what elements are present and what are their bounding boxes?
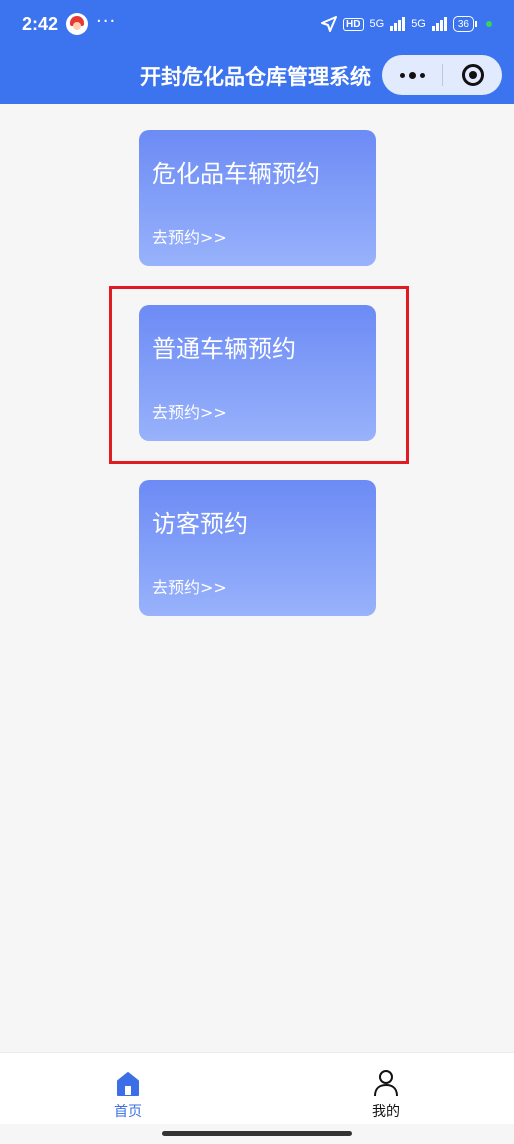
- privacy-indicator-icon: [486, 21, 492, 27]
- more-notifications-icon: ···: [96, 11, 117, 32]
- status-time: 2:42: [22, 13, 59, 34]
- card-link[interactable]: 去预约>>: [152, 224, 227, 248]
- battery-icon: 36: [452, 16, 478, 32]
- tab-home-label: 首页: [114, 1104, 142, 1120]
- signal-icon-2: [431, 17, 447, 31]
- battery-level: 36: [457, 18, 469, 30]
- main-content: 危化品车辆预约 去预约>> 普通车辆预约 去预约>> 访客预约 去预约>>: [0, 104, 514, 1052]
- hd-icon: HD: [343, 17, 364, 31]
- signal-icon: [390, 17, 406, 31]
- more-options-button[interactable]: [382, 55, 442, 95]
- card-link[interactable]: 去预约>>: [152, 574, 227, 598]
- status-left: 2:42 ···: [22, 13, 116, 35]
- normal-vehicle-card[interactable]: 普通车辆预约 去预约>>: [139, 305, 376, 441]
- tab-bar: 首页 我的: [0, 1052, 514, 1124]
- network-label-2: 5G: [411, 18, 426, 30]
- app-notification-icon: [66, 13, 89, 35]
- card-link[interactable]: 去预约>>: [152, 399, 227, 423]
- miniprogram-capsule: [382, 55, 502, 95]
- tab-mine-icon-wrap: [372, 1065, 400, 1097]
- card-title: 普通车辆预约: [152, 335, 296, 363]
- tab-home-icon-wrap: [116, 1065, 140, 1097]
- header: 2:42 ··· HD 5G 5G 36 开封危化品仓库管理系统: [0, 0, 514, 104]
- target-icon: [461, 64, 484, 86]
- title-bar: 开封危化品仓库管理系统: [0, 48, 514, 104]
- dot-icon: [408, 71, 416, 79]
- home-indicator[interactable]: [162, 1131, 352, 1136]
- card-title: 访客预约: [152, 510, 248, 538]
- status-bar: 2:42 ··· HD 5G 5G 36: [0, 0, 514, 48]
- close-miniprogram-button[interactable]: [443, 55, 502, 95]
- tab-home[interactable]: 首页: [88, 1053, 168, 1125]
- home-icon: [117, 1072, 139, 1096]
- dot-icon: [419, 72, 425, 78]
- status-right: HD 5G 5G 36: [321, 16, 492, 32]
- visitor-card[interactable]: 访客预约 去预约>>: [139, 480, 376, 616]
- card-title: 危化品车辆预约: [152, 160, 320, 188]
- network-label-1: 5G: [369, 18, 385, 30]
- tab-mine[interactable]: 我的: [346, 1053, 426, 1125]
- dot-icon: [399, 72, 405, 78]
- user-icon: [374, 1070, 398, 1097]
- hazmat-vehicle-card[interactable]: 危化品车辆预约 去预约>>: [139, 130, 376, 266]
- location-arrow-icon: [321, 16, 338, 32]
- tab-mine-label: 我的: [372, 1104, 400, 1120]
- page-title: 开封危化品仓库管理系统: [140, 65, 371, 89]
